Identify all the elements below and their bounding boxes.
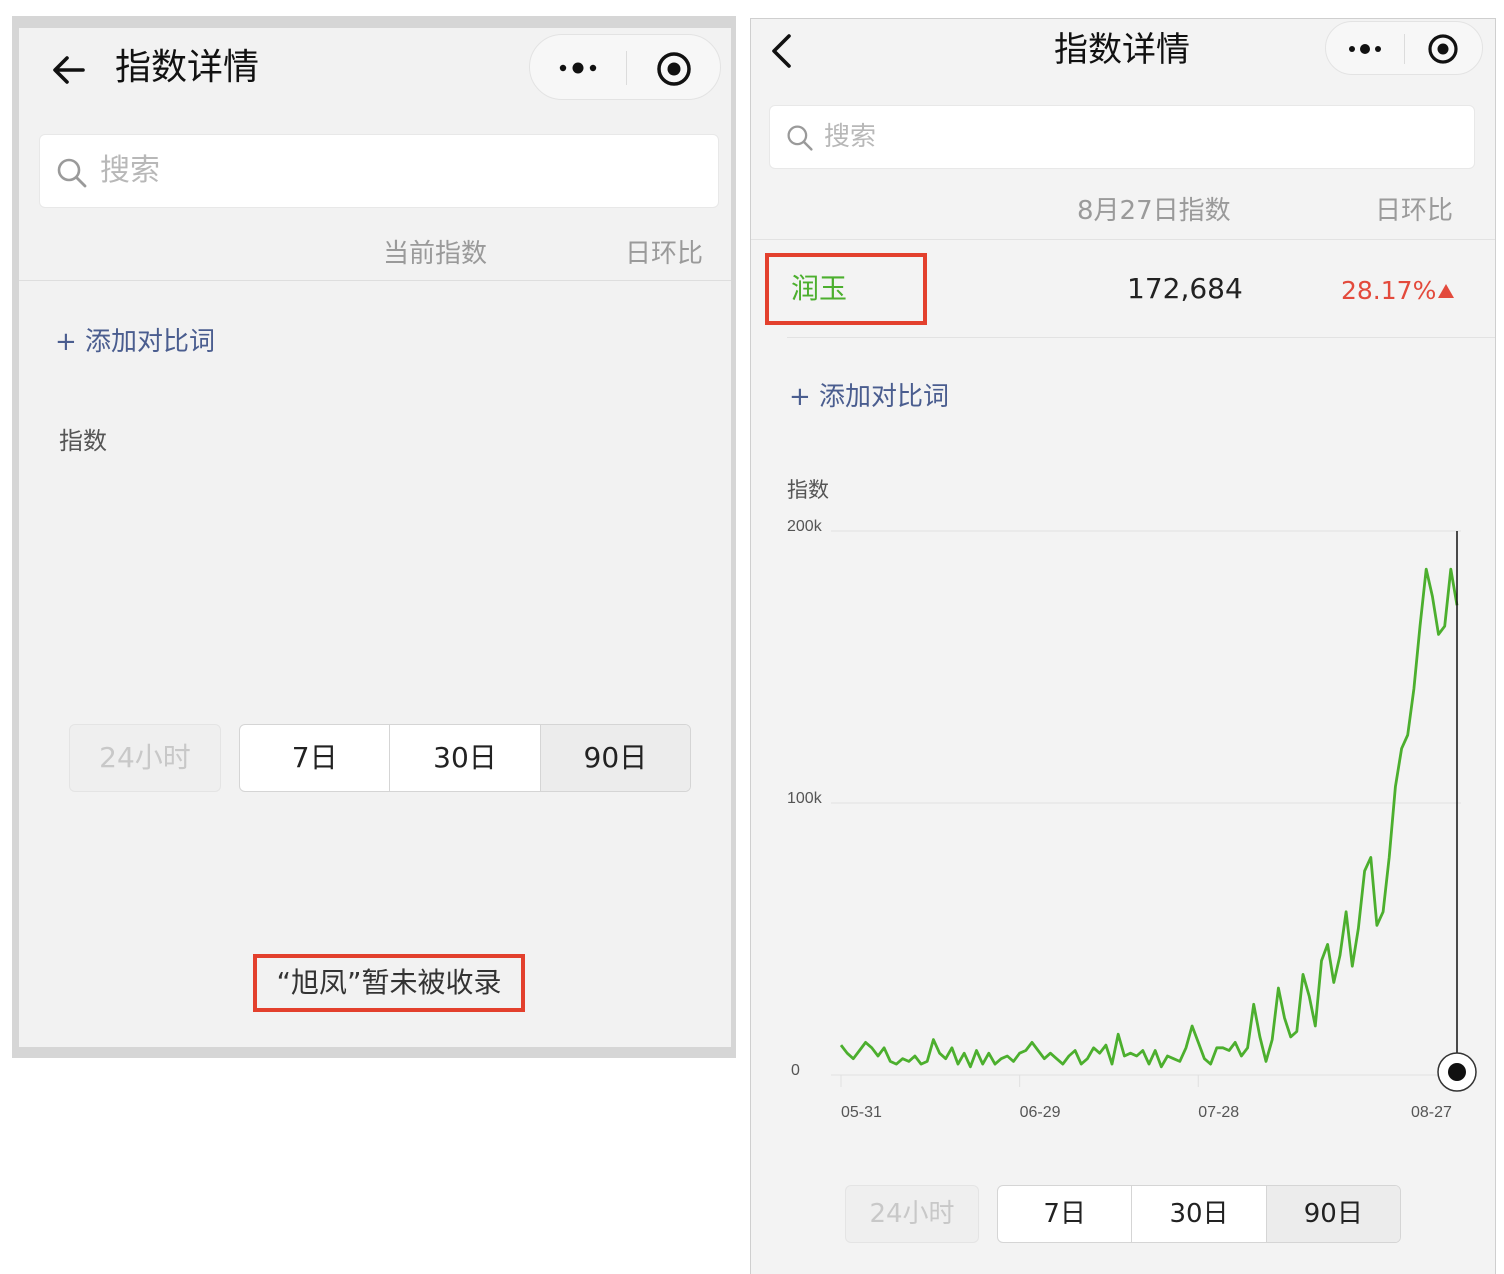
range-24h-button: 24小时	[69, 724, 221, 792]
range-90d-button[interactable]: 90日	[1266, 1186, 1400, 1242]
column-header-current-index: 当前指数	[383, 239, 488, 269]
divider	[787, 337, 1495, 338]
range-7d-button[interactable]: 7日	[998, 1186, 1133, 1242]
chart-label: 指数	[59, 427, 107, 455]
search-icon	[57, 158, 87, 188]
search-icon	[787, 125, 813, 151]
not-indexed-message: “旭凤”暂未被收录	[253, 954, 525, 1012]
term-index-value: 172,684	[1127, 272, 1243, 305]
chart-cursor-dot	[1448, 1063, 1466, 1081]
y-tick-label: 200k	[787, 518, 823, 535]
more-icon[interactable]	[1344, 36, 1386, 62]
column-header-daily-change: 日环比	[1375, 196, 1454, 226]
mini-program-capsule	[529, 34, 721, 100]
range-selector: 7日 30日 90日	[997, 1185, 1401, 1243]
range-30d-button[interactable]: 30日	[1132, 1186, 1267, 1242]
close-target-icon[interactable]	[654, 49, 694, 89]
series-line-润玉	[839, 567, 1459, 1069]
divider	[19, 280, 731, 281]
search-placeholder: 搜索	[824, 122, 877, 152]
divider	[751, 239, 1495, 240]
range-7d-button[interactable]: 7日	[240, 725, 391, 791]
y-tick-label: 100k	[787, 790, 823, 807]
column-header-daily-change: 日环比	[625, 239, 704, 269]
range-90d-button[interactable]: 90日	[540, 725, 690, 791]
search-input[interactable]: 搜索	[39, 134, 719, 208]
add-compare-link[interactable]: + 添加对比词	[55, 324, 215, 360]
search-placeholder: 搜索	[100, 153, 160, 188]
range-24h-button: 24小时	[845, 1185, 979, 1243]
term-daily-change: 28.17%	[1341, 276, 1437, 305]
term-name[interactable]: 润玉	[791, 269, 847, 309]
mini-program-capsule	[1325, 21, 1483, 75]
back-arrow-icon[interactable]	[49, 50, 89, 90]
x-tick-label: 06-29	[1020, 1104, 1061, 1121]
x-tick-label: 07-28	[1198, 1104, 1239, 1121]
search-input[interactable]: 搜索	[769, 105, 1475, 169]
close-target-icon[interactable]	[1426, 32, 1460, 66]
range-selector: 7日 30日 90日	[239, 724, 691, 792]
add-compare-link[interactable]: + 添加对比词	[789, 379, 949, 415]
x-tick-label: 05-31	[841, 1104, 882, 1121]
right-phone-screen: 指数详情 搜索 8月27日指数 日环比 润玉 172,684 28.17% + …	[750, 18, 1496, 1274]
y-tick-label: 0	[791, 1062, 800, 1079]
trend-up-icon	[1438, 284, 1454, 298]
x-tick-label: 08-27	[1411, 1104, 1452, 1121]
column-header-date-index: 8月27日指数	[1077, 196, 1231, 226]
index-line-chart[interactable]: 0 100k 200k 05-31 06-29 07-28 08-27	[751, 499, 1496, 1139]
page-title: 指数详情	[115, 47, 260, 88]
more-icon[interactable]	[554, 53, 602, 83]
left-phone-screen: 指数详情 搜索 当前指数 日环比 + 添加对比词 指数 24小时 7日 30日 …	[19, 28, 731, 1047]
range-30d-button[interactable]: 30日	[390, 725, 541, 791]
